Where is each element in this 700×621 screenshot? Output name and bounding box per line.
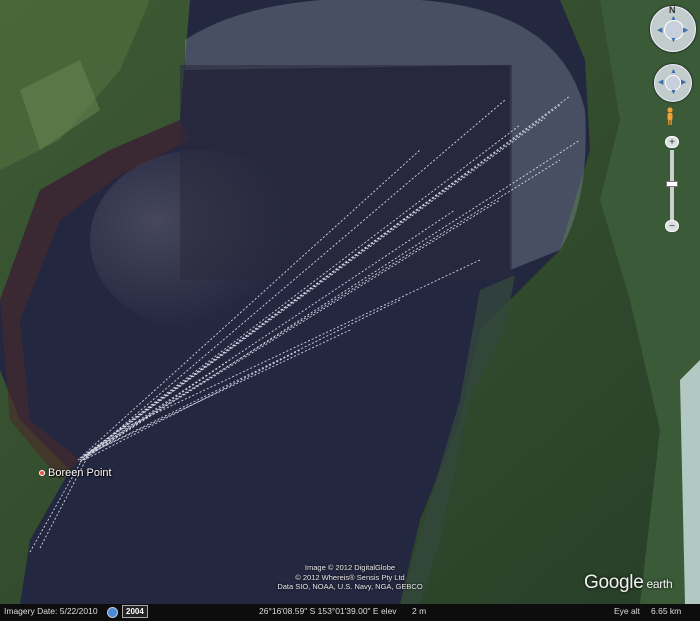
attribution-line: Data SIO, NOAA, U.S. Navy, NGA, GEBCO xyxy=(277,582,423,591)
map-viewport[interactable]: Boreen Point Image © 2012 DigitalGlobe ©… xyxy=(0,0,700,621)
imagery-attribution: Image © 2012 DigitalGlobe © 2012 Whereis… xyxy=(250,563,450,592)
place-label-boreen-point[interactable]: Boreen Point xyxy=(39,467,112,479)
move-right-icon[interactable]: ▶ xyxy=(681,78,686,86)
arrow-left-icon[interactable]: ◀ xyxy=(657,26,662,34)
arrow-up-icon[interactable]: ▲ xyxy=(670,15,677,22)
look-joystick[interactable]: N ▲ ▼ ◀ ▶ xyxy=(650,5,696,52)
move-down-icon[interactable]: ▼ xyxy=(670,89,677,96)
zoom-out-button[interactable]: − xyxy=(665,220,679,232)
historical-imagery-icon[interactable] xyxy=(107,607,118,618)
attribution-line: Image © 2012 DigitalGlobe xyxy=(304,563,396,572)
cursor-coordinates: 26°16'08.59" S 153°01'39.00" E elev xyxy=(259,606,397,616)
north-indicator[interactable]: N xyxy=(669,5,676,15)
satellite-imagery xyxy=(0,0,700,604)
zoom-thumb[interactable] xyxy=(666,181,678,187)
arrow-down-icon[interactable]: ▼ xyxy=(670,37,677,44)
eye-alt-label: Eye alt xyxy=(614,606,640,616)
zoom-slider[interactable]: + − xyxy=(665,136,679,232)
move-up-icon[interactable]: ▲ xyxy=(670,68,677,75)
imagery-date: Imagery Date: 5/22/2010 xyxy=(4,606,98,616)
historical-year-button[interactable]: 2004 xyxy=(122,605,148,618)
street-view-pegman-icon[interactable] xyxy=(665,107,675,125)
cursor-elevation: 2 m xyxy=(412,606,427,616)
google-earth-logo: Google earth xyxy=(584,572,673,594)
place-marker-icon[interactable] xyxy=(39,470,45,476)
move-left-icon[interactable]: ◀ xyxy=(658,78,663,86)
attribution-line: © 2012 Whereis® Sensis Pty Ltd xyxy=(295,572,405,582)
place-name: Boreen Point xyxy=(48,467,112,479)
move-joystick[interactable]: ▲ ▼ ◀ ▶ xyxy=(654,64,692,102)
arrow-right-icon[interactable]: ▶ xyxy=(683,26,688,34)
logo-brand: Google xyxy=(584,572,644,593)
status-bar: Imagery Date: 5/22/2010 2004 26°16'08.59… xyxy=(0,604,700,621)
eye-alt-value: 6.65 km xyxy=(651,606,682,616)
logo-product: earth xyxy=(646,577,673,591)
zoom-in-button[interactable]: + xyxy=(665,136,679,148)
